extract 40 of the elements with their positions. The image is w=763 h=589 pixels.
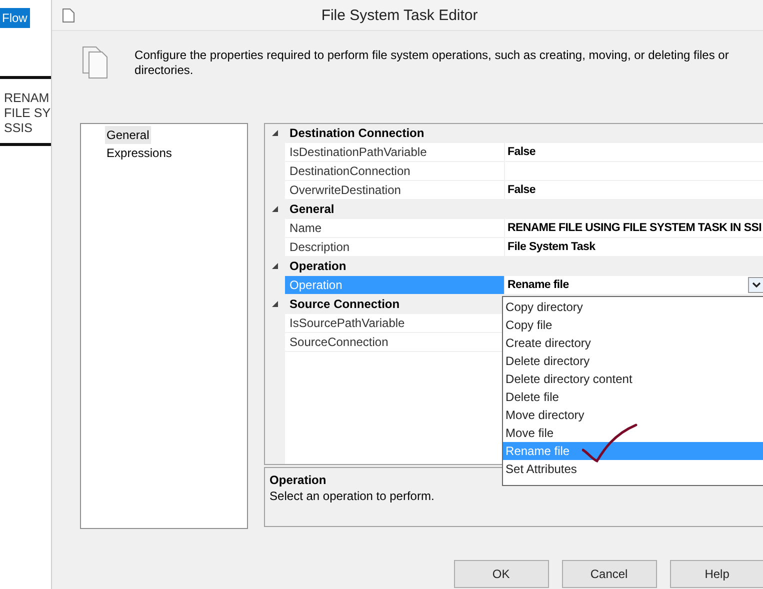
task-label: SSIS xyxy=(4,121,34,136)
dialog-button[interactable]: Help xyxy=(670,560,763,588)
dialog-button[interactable]: Cancel xyxy=(562,560,657,588)
designer-tab[interactable]: Flow xyxy=(0,8,30,28)
category-header: Operation xyxy=(284,257,763,275)
property-value: Rename file xyxy=(508,279,569,291)
property-value: False xyxy=(508,184,536,196)
dropdown-option[interactable]: Copy directory xyxy=(502,298,763,316)
header-description: Configure the properties required to perform file system operations, such as creating, moving, or deleting files or directories. xyxy=(134,48,730,79)
category-header: Destination Connection xyxy=(284,124,763,142)
page-list-item[interactable]: Expressions xyxy=(104,144,174,162)
dropdown-button[interactable] xyxy=(748,277,763,293)
collapse-icon[interactable] xyxy=(272,130,278,136)
description-text: Select an operation to perform. xyxy=(270,488,434,504)
dropdown-option[interactable]: Delete file xyxy=(502,388,763,406)
dropdown-option[interactable]: Set Attributes xyxy=(502,460,763,478)
collapse-icon[interactable] xyxy=(272,301,278,307)
collapse-icon[interactable] xyxy=(272,263,278,269)
documents-icon xyxy=(82,46,109,79)
property-value: File System Task xyxy=(508,241,596,253)
dropdown-option[interactable]: Delete directory content xyxy=(502,370,763,388)
chevron-down-icon xyxy=(752,282,761,288)
task-label: FILE SY xyxy=(4,106,51,121)
property-value: RENAME FILE USING FILE SYSTEM TASK IN SSI xyxy=(508,222,762,234)
task-node[interactable]: RENAM FILE SY SSIS xyxy=(0,76,51,146)
dropdown-option[interactable]: Delete directory xyxy=(502,352,763,370)
window-title: File System Task Editor xyxy=(320,6,479,24)
task-label: RENAM xyxy=(4,91,50,106)
check-mark-icon xyxy=(582,423,638,465)
dropdown-option[interactable]: Move file xyxy=(502,424,763,442)
dropdown-option[interactable]: Move directory xyxy=(502,406,763,424)
dropdown-option[interactable]: Create directory xyxy=(502,334,763,352)
category-header: General xyxy=(284,200,763,218)
document-icon xyxy=(62,8,75,22)
description-title: Operation xyxy=(270,472,326,488)
property-value: False xyxy=(508,146,536,158)
page-list-item[interactable]: General xyxy=(104,126,152,144)
dropdown-option[interactable]: Copy file xyxy=(502,316,763,334)
dialog-button[interactable]: OK xyxy=(454,560,549,588)
collapse-icon[interactable] xyxy=(272,206,278,212)
